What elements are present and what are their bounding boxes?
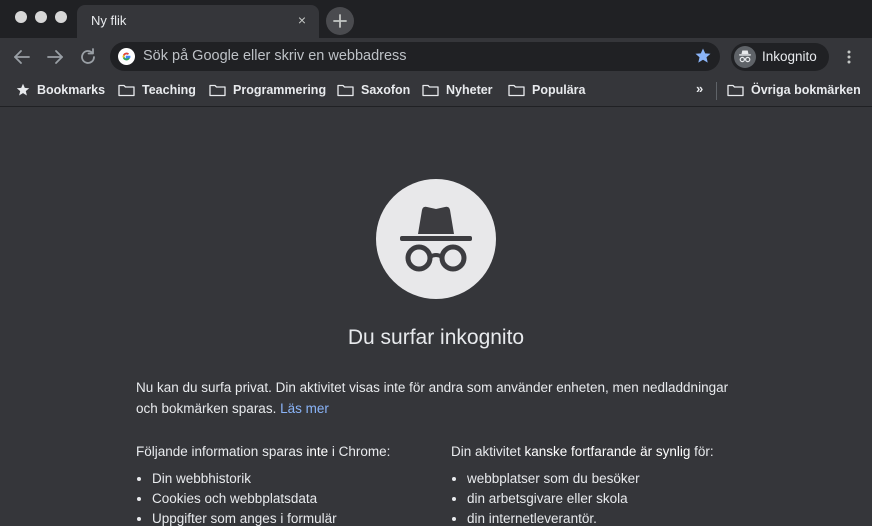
bookmark-folder-other[interactable]: Övriga bokmärken [727,80,861,100]
tab-new-tab[interactable]: Ny flik × [77,5,319,38]
tab-strip: Ny flik × [0,0,872,38]
intro-body: Nu kan du surfa privat. Din aktivitet vi… [136,380,729,416]
folder-icon [727,84,744,97]
reload-button[interactable] [75,44,101,70]
profile-label: Inkognito [762,49,817,64]
bookmark-folder-populara[interactable]: Populära [508,80,586,100]
bookmark-label: Programmering [233,83,327,97]
not-saved-list: Din webbhistorik Cookies och webbplatsda… [136,469,436,526]
still-visible-section: Din aktivitet kanske fortfarande är synl… [451,443,761,526]
bookmarks-separator [716,82,717,100]
omnibox-input[interactable] [143,45,683,67]
list-item: din internetleverantör. [467,509,761,526]
incognito-avatar-icon [734,46,756,68]
incognito-hero [376,179,496,299]
intro-text: Nu kan du surfa privat. Din aktivitet vi… [136,377,736,419]
forward-button[interactable] [42,44,68,70]
reload-icon [81,48,95,64]
omnibox[interactable] [110,42,720,71]
list-item: Din webbhistorik [152,469,436,489]
bookmarks-overflow-chevron-icon[interactable]: » [696,81,703,96]
still-visible-list: webbplatser som du besöker din arbetsgiv… [451,469,761,526]
arrow-right-icon [47,50,63,64]
bookmark-folder-teaching[interactable]: Teaching [118,80,196,100]
page-title: Du surfar inkognito [347,326,525,349]
window-zoom-dot[interactable] [55,11,67,23]
window-close-dot[interactable] [15,11,27,23]
bookmark-label: Övriga bokmärken [751,83,861,97]
bookmark-folder-nyheter[interactable]: Nyheter [422,80,493,100]
incognito-spy-icon [400,206,472,272]
bookmark-label: Teaching [142,83,196,97]
bookmark-label: Saxofon [361,83,411,97]
tab-title: Ny flik [91,13,127,28]
bookmark-item-bookmarks[interactable]: Bookmarks [16,80,105,100]
list-item: din arbetsgivare eller skola [467,489,761,509]
not-saved-section: Följande information sparas inte i Chrom… [136,443,436,526]
folder-icon [508,84,525,97]
list-item: Cookies och webbplatsdata [152,489,436,509]
folder-icon [422,84,439,97]
new-tab-button[interactable] [326,7,354,35]
list-item: Uppgifter som anges i formulär [152,509,436,526]
back-button[interactable] [9,44,35,70]
folder-icon [337,84,354,97]
still-visible-heading: Din aktivitet kanske fortfarande är synl… [451,444,714,459]
incognito-ntp: Du surfar inkognito Nu kan du surfa priv… [0,107,872,526]
browser-window: Ny flik × Sök på Google eller skriv en w… [0,0,872,526]
learn-more-link[interactable]: Läs mer [280,401,329,416]
profile-incognito-button[interactable]: Inkognito [731,43,829,71]
more-vert-icon [847,50,851,64]
bookmark-star-icon[interactable] [694,47,712,65]
bookmark-label: Populära [532,83,586,97]
google-icon [118,48,135,65]
bookmark-folder-saxofon[interactable]: Saxofon [337,80,410,100]
toolbar: Inkognito [0,38,872,76]
not-saved-heading: Följande information sparas inte i Chrom… [136,444,391,459]
bookmark-folder-programmering[interactable]: Programmering [209,80,326,100]
tab-close-icon[interactable]: × [295,13,309,27]
bookmark-label: Bookmarks [37,83,106,97]
chrome-menu-button[interactable] [840,47,858,67]
list-item: webbplatser som du besöker [467,469,761,489]
window-minimize-dot[interactable] [35,11,47,23]
star-icon [16,83,30,96]
folder-icon [209,84,226,97]
bookmark-label: Nyheter [446,83,493,97]
plus-icon [333,14,347,28]
folder-icon [118,84,135,97]
bookmarks-bar: Bookmarks Teaching Programmering Saxofon… [0,76,872,107]
arrow-left-icon [14,50,30,64]
